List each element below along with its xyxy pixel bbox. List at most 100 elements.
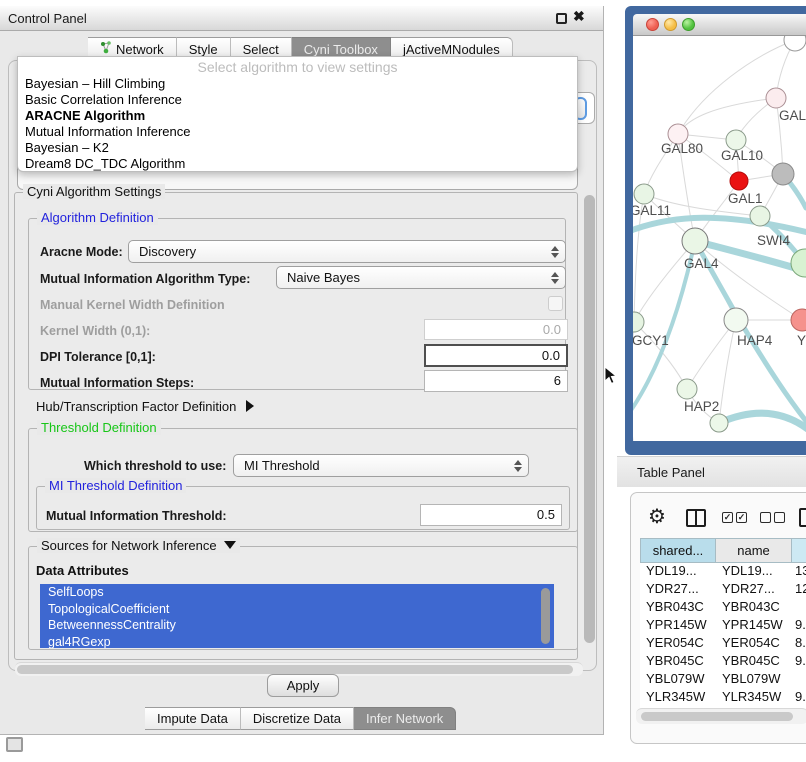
settings-hscrollbar-thumb[interactable]	[17, 665, 573, 674]
expand-right-icon	[246, 400, 254, 412]
deselect-all-icon[interactable]	[760, 512, 785, 523]
network-node[interactable]	[791, 249, 806, 277]
table-settings-gear-icon[interactable]: ⚙	[648, 507, 666, 528]
cell-name: YDL19...	[716, 563, 792, 581]
sources-title-text: Sources for Network Inference	[41, 538, 217, 553]
cell-value	[792, 599, 806, 617]
mouse-cursor	[604, 366, 617, 385]
network-node-label: SWI4	[757, 233, 790, 248]
table-row[interactable]: YPR145W YPR145W 9.	[640, 617, 806, 635]
network-node[interactable]	[677, 379, 697, 399]
zoom-traffic-light-icon[interactable]	[682, 18, 695, 31]
attributes-scrollbar[interactable]	[541, 588, 550, 644]
cell-name: YBR045C	[716, 653, 792, 671]
network-node[interactable]	[784, 36, 806, 51]
bottom-tab[interactable]: Impute Data	[145, 707, 241, 730]
algorithm-option[interactable]: Dream8 DC_TDC Algorithm	[18, 156, 577, 172]
network-node[interactable]	[724, 308, 748, 332]
network-node[interactable]	[791, 309, 806, 331]
network-node-label: GAL10	[721, 148, 763, 163]
network-node[interactable]	[726, 130, 746, 150]
cell-shared-name: YLR345W	[640, 689, 716, 707]
network-node[interactable]	[710, 414, 728, 432]
cell-value: 12	[792, 581, 806, 599]
dpi-tolerance-field[interactable]: 0.0	[424, 344, 568, 367]
table-row[interactable]: YBR043C YBR043C	[640, 599, 806, 617]
new-table-icon[interactable]	[799, 508, 806, 527]
cell-value: 9.	[792, 689, 806, 707]
which-threshold-label: Which threshold to use:	[84, 459, 226, 473]
close-icon[interactable]: ✖	[573, 8, 585, 25]
algorithm-option[interactable]: Mutual Information Inference	[18, 124, 577, 140]
tab-label: Style	[189, 42, 218, 57]
network-node[interactable]	[634, 184, 654, 204]
apply-button[interactable]: Apply	[267, 674, 339, 697]
mi-type-label: Mutual Information Algorithm Type:	[40, 272, 250, 286]
close-traffic-light-icon[interactable]	[646, 18, 659, 31]
table-hscrollbar[interactable]	[636, 708, 806, 724]
settings-scrollbar[interactable]	[584, 195, 595, 643]
network-node-label: GAL80	[661, 141, 703, 156]
algorithm-option[interactable]: ARACNE Algorithm	[18, 108, 577, 124]
network-svg: GALGAL80GAL10GAL1GAL11SWI4GAL4GCY1HAP4YH…	[633, 36, 806, 441]
dpi-tolerance-label: DPI Tolerance [0,1]:	[40, 350, 156, 364]
cell-shared-name: YPR145W	[640, 617, 716, 635]
network-node-label: GAL	[779, 108, 806, 123]
manual-kernel-checkbox[interactable]	[548, 296, 563, 311]
data-attribute-item[interactable]: gal4RGexp	[40, 634, 554, 649]
col-header-third[interactable]	[792, 538, 806, 563]
table-row[interactable]: YBL079W YBL079W	[640, 671, 806, 689]
kernel-width-field[interactable]: 0.0	[424, 319, 568, 340]
algorithm-option[interactable]: Bayesian – K2	[18, 140, 577, 156]
network-node[interactable]	[750, 206, 770, 226]
hub-section-label: Hub/Transcription Factor Definition	[36, 399, 236, 414]
spinner-icon	[551, 246, 559, 258]
bottom-tab[interactable]: Infer Network	[354, 707, 456, 730]
mi-threshold-group-title: MI Threshold Definition	[45, 478, 186, 493]
minimize-traffic-light-icon[interactable]	[664, 18, 677, 31]
collapse-down-icon	[224, 541, 236, 549]
table-row[interactable]: YDL19... YDL19... 13	[640, 563, 806, 581]
network-node[interactable]	[766, 88, 786, 108]
data-attributes-list: SelfLoops TopologicalCoefficient Between…	[40, 584, 554, 648]
network-node[interactable]	[682, 228, 708, 254]
table-row[interactable]: YDR27... YDR27... 12	[640, 581, 806, 599]
select-all-icon[interactable]: ✓✓	[722, 512, 747, 523]
table-row[interactable]: YBR045C YBR045C 9.	[640, 653, 806, 671]
network-node-label: Y	[797, 333, 806, 348]
data-attribute-item[interactable]: BetweennessCentrality	[40, 617, 554, 634]
which-threshold-value: MI Threshold	[244, 458, 320, 473]
table-row[interactable]: YER054C YER054C 8.	[640, 635, 806, 653]
cell-name: YBR043C	[716, 599, 792, 617]
sources-group-title[interactable]: Sources for Network Inference	[37, 538, 240, 553]
bottom-tab[interactable]: Discretize Data	[241, 707, 354, 730]
table-panel-title: Table Panel	[637, 465, 705, 480]
hub-section-toggle[interactable]: Hub/Transcription Factor Definition	[36, 399, 254, 414]
network-canvas[interactable]: GALGAL80GAL10GAL1GAL11SWI4GAL4GCY1HAP4YH…	[633, 36, 806, 441]
col-header-shared[interactable]: shared...	[640, 538, 716, 563]
float-window-icon[interactable]	[556, 13, 567, 24]
cell-name: YER054C	[716, 635, 792, 653]
threshold-definition-title: Threshold Definition	[37, 420, 161, 435]
mi-type-select[interactable]: Naive Bayes	[276, 266, 566, 289]
algorithm-option[interactable]: Bayesian – Hill Climbing	[18, 76, 577, 92]
table-row[interactable]: YLR345W YLR345W 9.	[640, 689, 806, 707]
data-attribute-item[interactable]: SelfLoops	[40, 584, 554, 601]
algorithm-option[interactable]: Basic Correlation Inference	[18, 92, 577, 108]
aracne-mode-select[interactable]: Discovery	[128, 240, 566, 263]
cell-value	[792, 671, 806, 689]
network-nodes: GALGAL80GAL10GAL1GAL11SWI4GAL4GCY1HAP4YH…	[633, 36, 806, 432]
cell-name: YPR145W	[716, 617, 792, 635]
network-node[interactable]	[772, 163, 794, 185]
table-hscrollbar-thumb[interactable]	[641, 712, 793, 721]
mi-threshold-field[interactable]: 0.5	[420, 504, 562, 526]
cell-shared-name: YBL079W	[640, 671, 716, 689]
network-node[interactable]	[730, 172, 748, 190]
data-attribute-item[interactable]: TopologicalCoefficient	[40, 601, 554, 618]
columns-icon[interactable]	[686, 509, 706, 527]
col-header-name[interactable]: name	[716, 538, 792, 563]
network-node[interactable]	[633, 312, 644, 332]
collapsed-panel-icon[interactable]	[6, 737, 23, 752]
mi-steps-field[interactable]: 6	[424, 370, 568, 392]
which-threshold-select[interactable]: MI Threshold	[233, 454, 529, 477]
